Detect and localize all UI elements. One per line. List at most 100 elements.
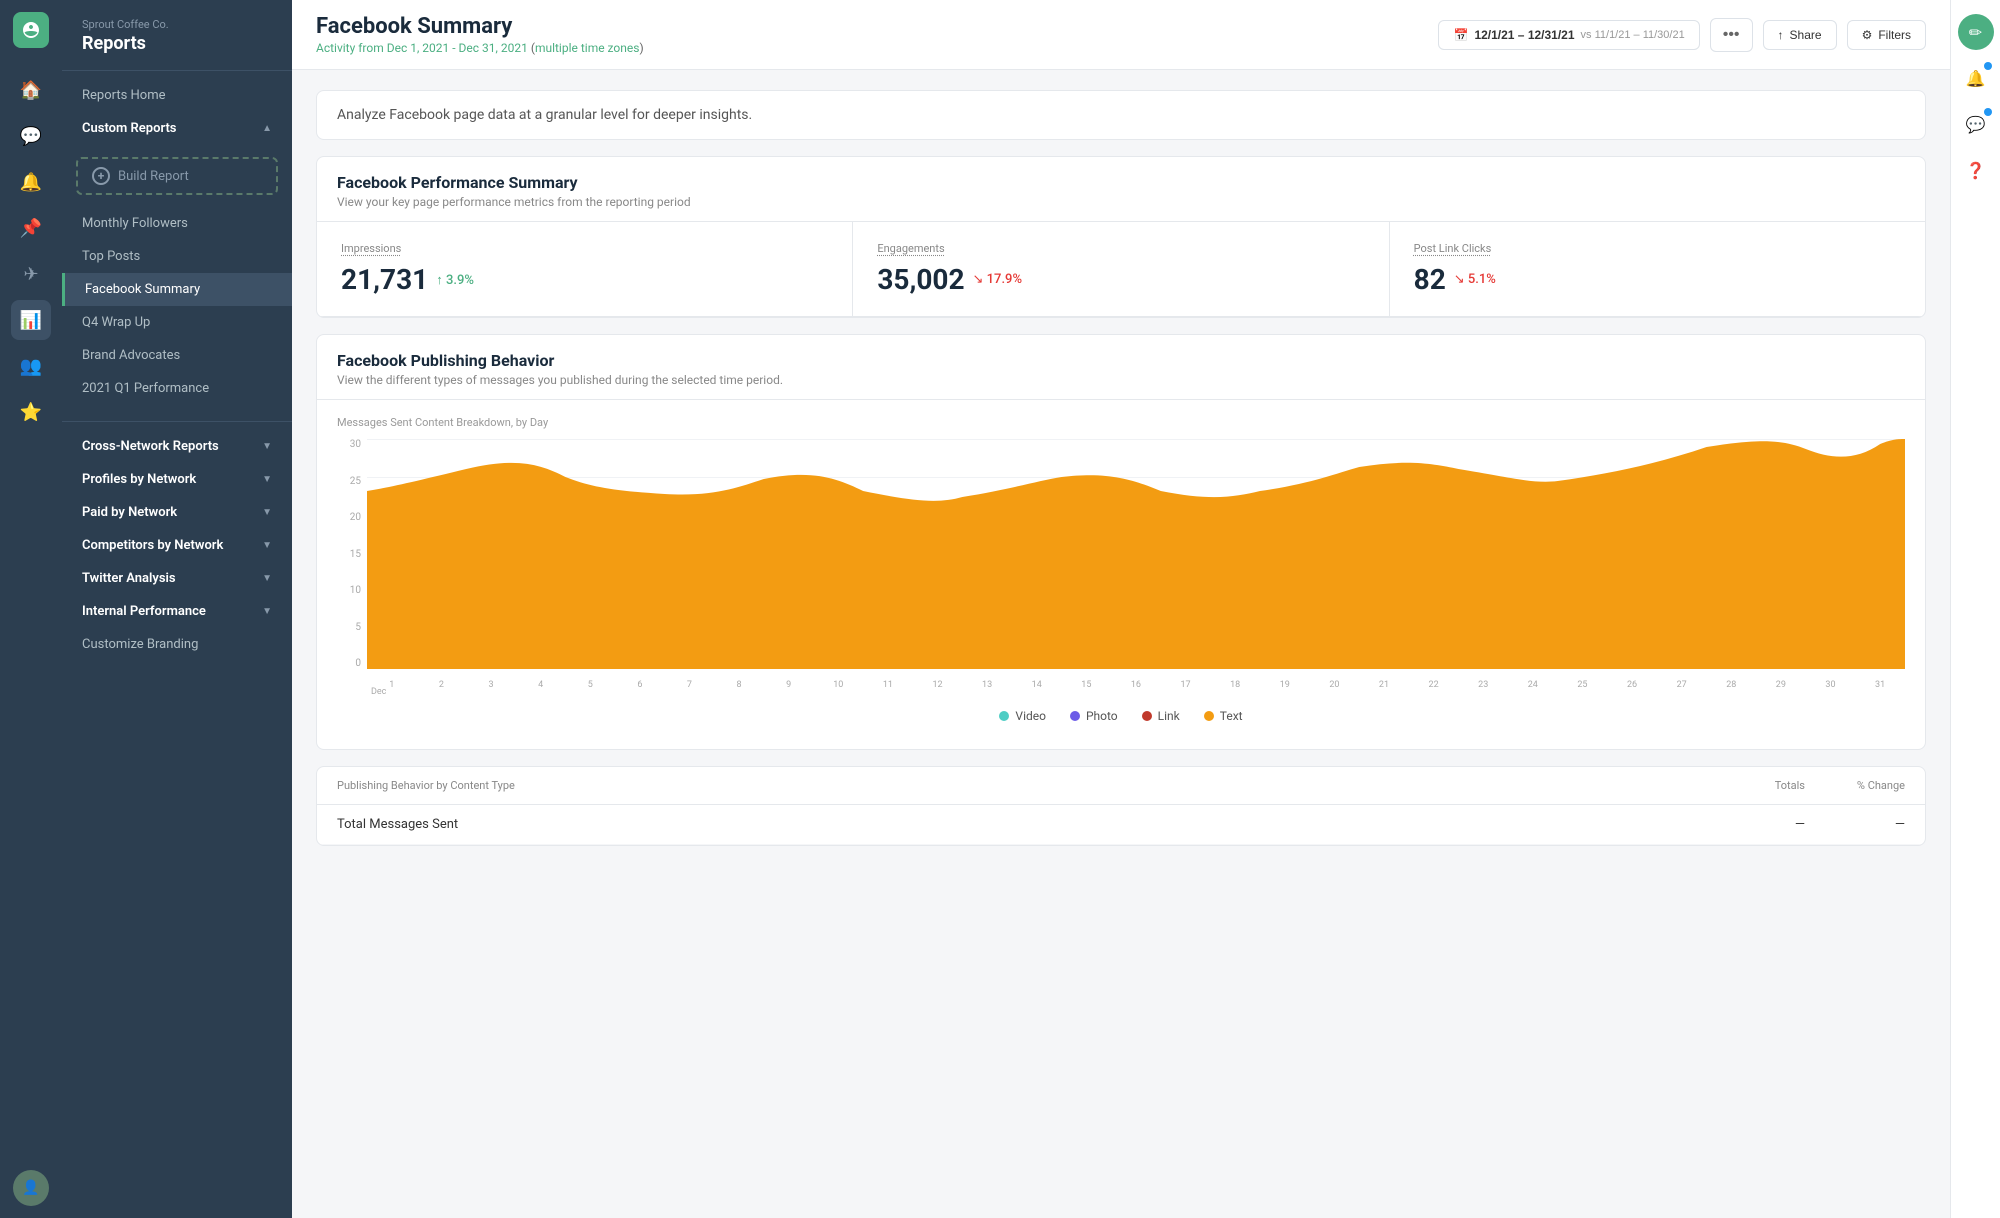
- chart-plot: [367, 439, 1905, 669]
- sidebar: Sprout Coffee Co. Reports Reports Home C…: [62, 0, 292, 1218]
- impressions-value: 21,731 ↑ 3.9%: [341, 263, 828, 296]
- sidebar-item-customize-branding[interactable]: Customize Branding: [62, 628, 292, 661]
- nav-inbox-icon[interactable]: 💬: [11, 116, 51, 156]
- x-label-13: 13: [962, 680, 1012, 690]
- chevron-down-icon: ▼: [262, 441, 272, 452]
- row-value-totals: —: [1705, 817, 1805, 832]
- topbar-title-section: Facebook Summary Activity from Dec 1, 20…: [316, 14, 644, 55]
- x-label-12: 12: [913, 680, 963, 690]
- x-label-28: 28: [1706, 680, 1756, 690]
- post-link-clicks-change: ↘ 5.1%: [1454, 272, 1496, 287]
- x-label-25: 25: [1558, 680, 1608, 690]
- performance-card-subtitle: View your key page performance metrics f…: [337, 195, 1905, 209]
- chart-area: 30 25 20 15 10 5 0: [337, 439, 1905, 699]
- sidebar-section-main: Reports Home Custom Reports ▲ + Build Re…: [62, 79, 292, 405]
- col-header-totals: Totals: [1705, 779, 1805, 792]
- sidebar-item-cross-network[interactable]: Cross-Network Reports ▼: [62, 430, 292, 463]
- filters-button[interactable]: ⚙ Filters: [1847, 20, 1926, 50]
- nav-reports-icon[interactable]: 📊: [11, 300, 51, 340]
- date-range-button[interactable]: 📅 12/1/21 – 12/31/21 vs 11/1/21 – 11/30/…: [1438, 20, 1699, 50]
- more-options-button[interactable]: •••: [1710, 18, 1753, 52]
- sidebar-item-paid-by-network[interactable]: Paid by Network ▼: [62, 496, 292, 529]
- chevron-down-icon-5: ▼: [262, 573, 272, 584]
- share-icon: ↑: [1778, 28, 1784, 42]
- x-label-20: 20: [1310, 680, 1360, 690]
- x-label-21: 21: [1359, 680, 1409, 690]
- chart-svg: [367, 439, 1905, 669]
- sidebar-item-2021-q1[interactable]: 2021 Q1 Performance: [62, 372, 292, 405]
- row-label-total-messages: Total Messages Sent: [337, 817, 1705, 832]
- sidebar-item-custom-reports[interactable]: Custom Reports ▲: [62, 112, 292, 145]
- x-label-29: 29: [1756, 680, 1806, 690]
- nav-publish-icon[interactable]: ✈: [11, 254, 51, 294]
- table-header-row: Publishing Behavior by Content Type Tota…: [317, 767, 1925, 805]
- metric-engagements: Engagements 35,002 ↘ 17.9%: [853, 222, 1389, 316]
- sidebar-item-profiles-by-network[interactable]: Profiles by Network ▼: [62, 463, 292, 496]
- x-label-16: 16: [1111, 680, 1161, 690]
- icon-rail: 🏠 💬 🔔 📌 ✈ 📊 👥 ⭐ 👤: [0, 0, 62, 1218]
- sidebar-item-monthly-followers[interactable]: Monthly Followers: [62, 207, 292, 240]
- table-section: Publishing Behavior by Content Type Tota…: [316, 766, 1926, 846]
- share-button[interactable]: ↑ Share: [1763, 20, 1837, 50]
- chevron-up-icon: ▲: [262, 123, 272, 134]
- legend-link-dot: [1142, 711, 1152, 721]
- x-label-11: 11: [863, 680, 913, 690]
- x-label-18: 18: [1210, 680, 1260, 690]
- x-label-6: 6: [615, 680, 665, 690]
- table-row: Total Messages Sent — —: [317, 805, 1925, 845]
- info-banner: Analyze Facebook page data at a granular…: [316, 90, 1926, 140]
- performance-card-title: Facebook Performance Summary: [337, 173, 1905, 192]
- user-avatar[interactable]: 👤: [13, 1170, 49, 1206]
- publishing-card: Facebook Publishing Behavior View the di…: [316, 334, 1926, 750]
- post-link-clicks-value: 82 ↘ 5.1%: [1414, 263, 1901, 296]
- timezone-link[interactable]: multiple time zones: [535, 41, 640, 55]
- sidebar-item-reports-home[interactable]: Reports Home: [62, 79, 292, 112]
- right-rail-help[interactable]: ❓: [1958, 152, 1994, 188]
- app-logo: [13, 12, 49, 48]
- content-area: Analyze Facebook page data at a granular…: [292, 70, 1950, 866]
- x-label-7: 7: [665, 680, 715, 690]
- sidebar-item-q4-wrap-up[interactable]: Q4 Wrap Up: [62, 306, 292, 339]
- chevron-down-icon-3: ▼: [262, 507, 272, 518]
- legend-video-dot: [999, 711, 1009, 721]
- legend-photo: Photo: [1070, 709, 1118, 723]
- sidebar-item-brand-advocates[interactable]: Brand Advocates: [62, 339, 292, 372]
- messages-badge: [1984, 108, 1992, 116]
- compose-button[interactable]: ✏: [1958, 14, 1994, 50]
- sidebar-title: Reports: [82, 33, 272, 54]
- x-label-27: 27: [1657, 680, 1707, 690]
- engagements-label: Engagements: [877, 242, 1364, 255]
- chart-x-labels: 1234567891011121314151617181920212223242…: [367, 671, 1905, 699]
- x-label-31: 31: [1855, 680, 1905, 690]
- nav-social-icon[interactable]: 👥: [11, 346, 51, 386]
- performance-card: Facebook Performance Summary View your k…: [316, 156, 1926, 318]
- x-label-4: 4: [516, 680, 566, 690]
- sidebar-item-competitors[interactable]: Competitors by Network ▼: [62, 529, 292, 562]
- x-label-15: 15: [1062, 680, 1112, 690]
- performance-card-header: Facebook Performance Summary View your k…: [317, 157, 1925, 222]
- sidebar-item-facebook-summary[interactable]: Facebook Summary: [62, 273, 292, 306]
- x-label-22: 22: [1409, 680, 1459, 690]
- nav-tasks-icon[interactable]: 📌: [11, 208, 51, 248]
- publishing-card-subtitle: View the different types of messages you…: [337, 373, 1905, 387]
- publishing-card-title: Facebook Publishing Behavior: [337, 351, 1905, 370]
- x-label-17: 17: [1161, 680, 1211, 690]
- legend-link: Link: [1142, 709, 1180, 723]
- notification-badge: [1984, 62, 1992, 70]
- engagements-change: ↘ 17.9%: [973, 272, 1022, 287]
- legend-photo-dot: [1070, 711, 1080, 721]
- right-rail-messages[interactable]: 💬: [1958, 106, 1994, 142]
- right-rail: ✏ 🔔 💬 ❓: [1950, 0, 2000, 1218]
- chart-legend: Video Photo Link Text: [337, 699, 1905, 739]
- right-rail-notifications[interactable]: 🔔: [1958, 60, 1994, 96]
- row-value-change: —: [1805, 817, 1905, 832]
- build-report-button[interactable]: + Build Report: [76, 157, 278, 195]
- nav-star-icon[interactable]: ⭐: [11, 392, 51, 432]
- nav-home-icon[interactable]: 🏠: [11, 70, 51, 110]
- x-label-10: 10: [813, 680, 863, 690]
- sidebar-header: Sprout Coffee Co. Reports: [62, 0, 292, 71]
- sidebar-item-top-posts[interactable]: Top Posts: [62, 240, 292, 273]
- nav-notifications-icon[interactable]: 🔔: [11, 162, 51, 202]
- sidebar-item-twitter-analysis[interactable]: Twitter Analysis ▼: [62, 562, 292, 595]
- sidebar-item-internal-performance[interactable]: Internal Performance ▼: [62, 595, 292, 628]
